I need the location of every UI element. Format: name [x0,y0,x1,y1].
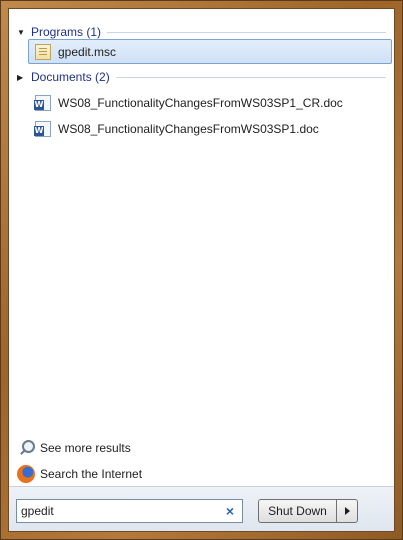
divider [107,32,386,33]
group-label-programs: Programs (1) [31,25,102,39]
search-box[interactable]: × [16,499,243,523]
result-label: WS08_FunctionalityChangesFromWS03SP1_CR.… [58,95,343,110]
firefox-icon [17,465,35,483]
word-doc-icon [34,94,51,111]
result-item-doc-cr[interactable]: WS08_FunctionalityChangesFromWS03SP1_CR.… [28,90,392,115]
result-label: WS08_FunctionalityChangesFromWS03SP1.doc [58,121,319,136]
start-menu-panel: ▼ Programs (1) gpedit.msc ▶ Documents (2… [8,8,395,532]
shut-down-button[interactable]: Shut Down [258,499,336,523]
search-results: ▼ Programs (1) gpedit.msc ▶ Documents (2… [9,9,394,489]
result-item-gpedit[interactable]: gpedit.msc [28,39,392,64]
start-menu-frame: ▼ Programs (1) gpedit.msc ▶ Documents (2… [0,0,403,540]
search-internet-link[interactable]: Search the Internet [17,463,142,485]
result-item-doc[interactable]: WS08_FunctionalityChangesFromWS03SP1.doc [28,116,392,141]
search-input[interactable] [17,501,222,521]
see-more-results-link[interactable]: See more results [17,437,131,459]
shut-down-options-arrow-icon[interactable] [336,499,358,523]
divider [115,77,386,78]
search-internet-label: Search the Internet [40,467,143,481]
see-more-results-label: See more results [40,441,131,455]
expanded-arrow-icon: ▼ [17,27,25,37]
group-header-documents[interactable]: ▶ Documents (2) [9,68,394,86]
result-label: gpedit.msc [58,44,117,59]
magnifier-icon [17,439,35,457]
bottom-bar: × Shut Down [9,486,394,531]
collapsed-arrow-icon: ▶ [17,72,24,82]
group-label-documents: Documents (2) [31,70,110,84]
power-controls: Shut Down [258,499,358,523]
msc-file-icon [35,43,51,60]
word-doc-icon [34,120,51,137]
clear-search-icon[interactable]: × [222,503,238,519]
